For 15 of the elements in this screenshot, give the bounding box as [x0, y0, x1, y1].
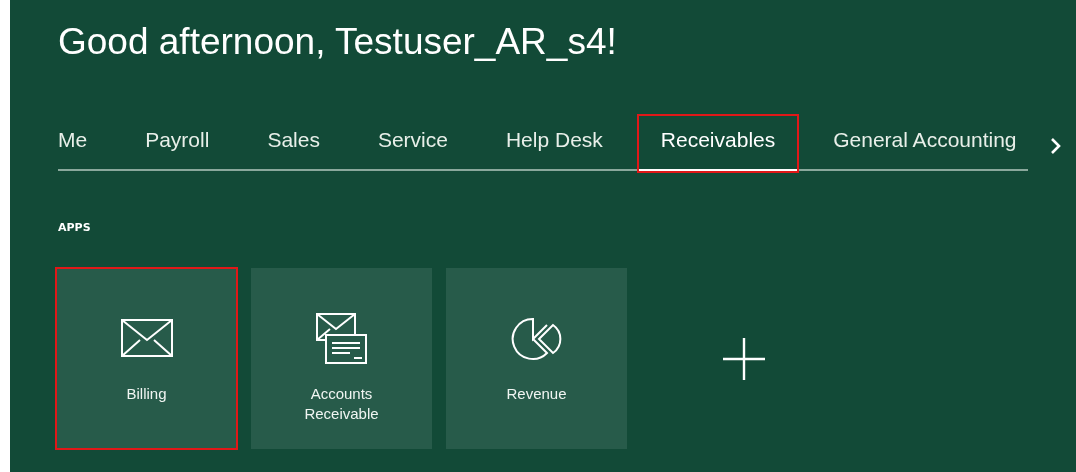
- app-tile[interactable]: Revenue: [446, 268, 627, 449]
- app-tile[interactable]: Accounts Receivable: [251, 268, 432, 449]
- chevron-right-icon[interactable]: [1050, 136, 1062, 155]
- nav-tab[interactable]: General Accounting: [833, 116, 1017, 171]
- nav-tab[interactable]: Service: [377, 116, 448, 171]
- nav-tab[interactable]: Sales: [267, 116, 320, 171]
- envelope-card-icon: [315, 312, 368, 366]
- greeting-title: Good afternoon, Testuser_AR_s4!: [58, 20, 618, 64]
- nav-tab[interactable]: Payroll: [145, 116, 210, 171]
- nav-tab[interactable]: Receivables: [638, 116, 798, 171]
- add-icon[interactable]: [723, 337, 765, 380]
- nav-tab[interactable]: Help Desk: [505, 116, 603, 171]
- app-tile[interactable]: Billing: [56, 268, 237, 449]
- section-label: APPS: [58, 221, 92, 234]
- nav-tab[interactable]: Me: [58, 116, 88, 171]
